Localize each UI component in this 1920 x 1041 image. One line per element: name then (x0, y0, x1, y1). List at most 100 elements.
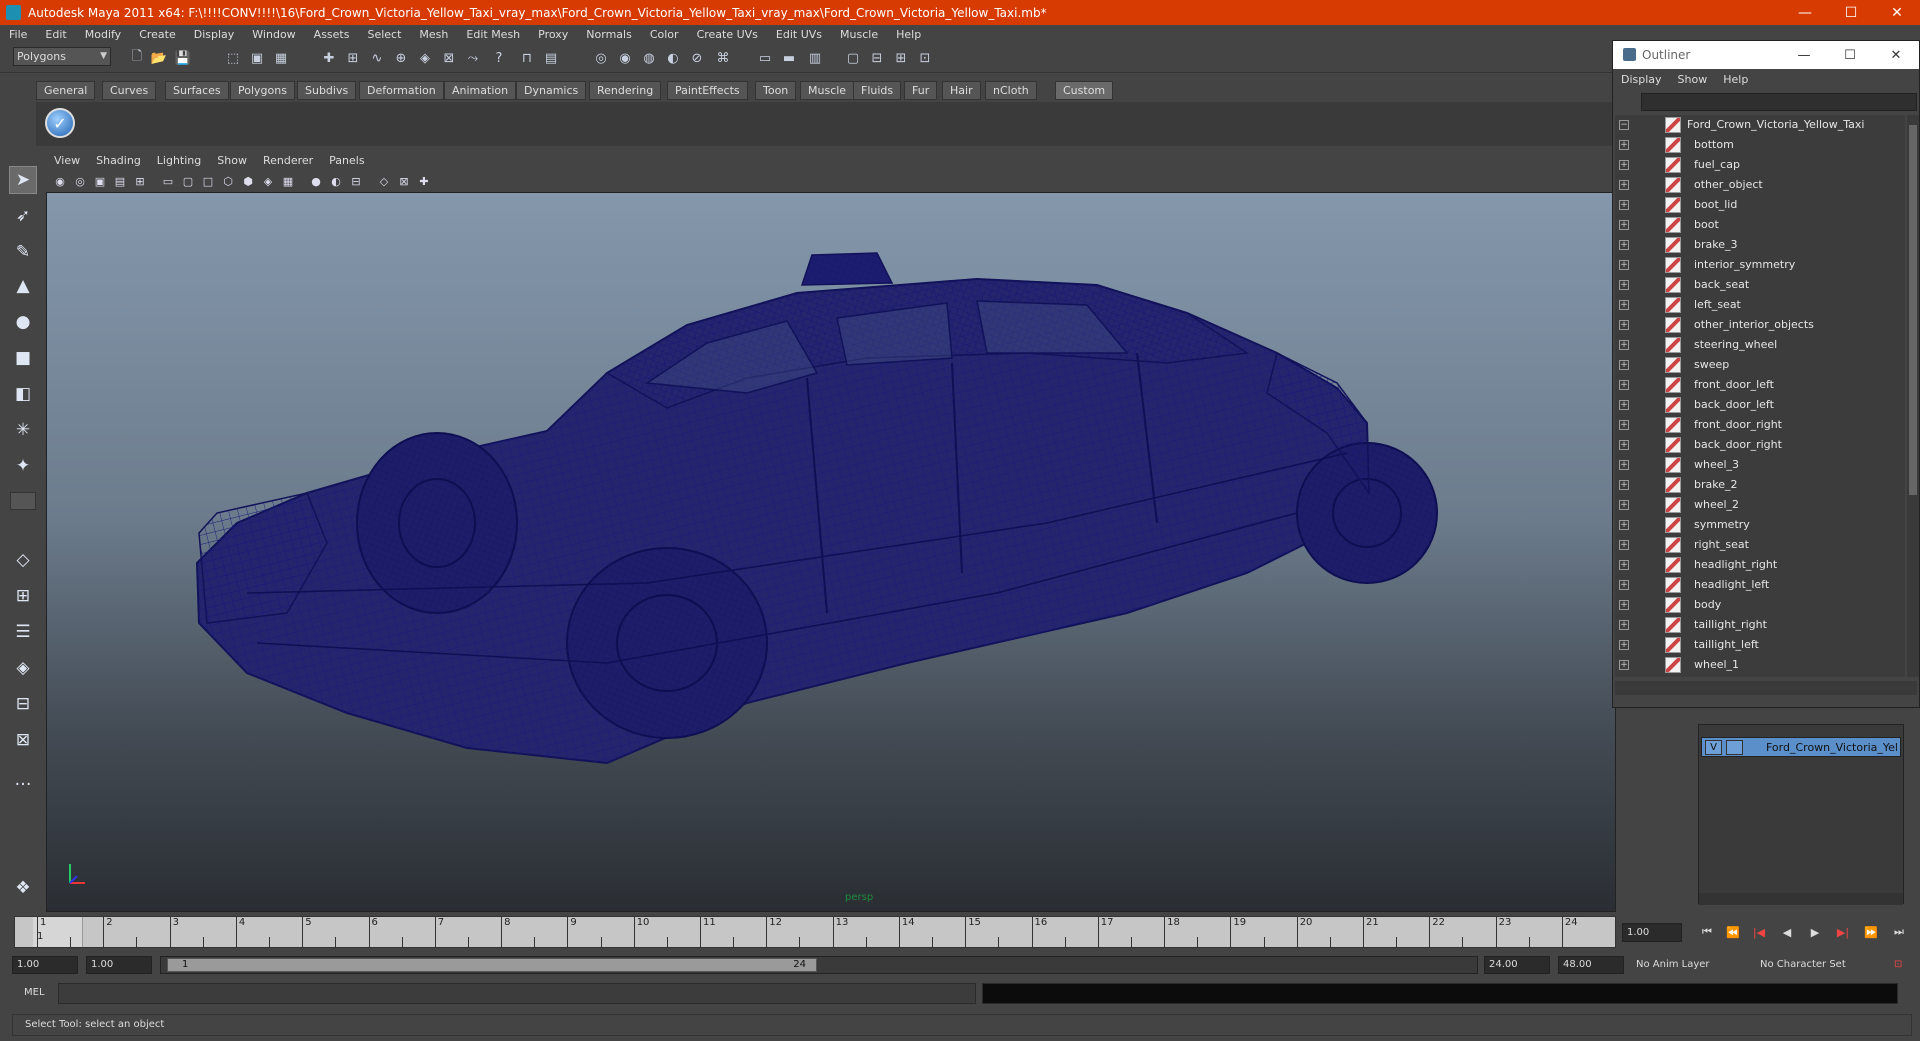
wire-on-shaded-icon[interactable]: ◈ (260, 173, 276, 189)
select-tool-icon[interactable]: ➤ (9, 166, 37, 194)
expand-icon[interactable]: + (1619, 640, 1629, 650)
anim-layer-dropdown[interactable]: No Anim Layer (1636, 956, 1710, 974)
outliner-item[interactable]: + wheel_3 (1615, 455, 1905, 475)
select-hierarchy-icon[interactable]: ⬚ (224, 49, 242, 67)
start-time-field[interactable]: 1.00 (12, 956, 78, 974)
range-slider-handle[interactable]: 1 24 (167, 958, 817, 972)
shelf-tab-subdivs[interactable]: Subdivs (297, 81, 357, 100)
shelf-tab-painteffects[interactable]: PaintEffects (667, 81, 748, 100)
expand-icon[interactable]: + (1619, 200, 1629, 210)
expand-icon[interactable]: + (1619, 360, 1629, 370)
shelf-tab-surfaces[interactable]: Surfaces (165, 81, 229, 100)
channel-box-icon[interactable]: ▥ (806, 49, 824, 67)
tool-settings-icon[interactable]: ▬ (780, 49, 798, 67)
expand-icon[interactable]: + (1619, 540, 1629, 550)
maximize-button[interactable]: ☐ (1828, 0, 1874, 25)
outliner-item[interactable]: + back_seat (1615, 275, 1905, 295)
outliner-item[interactable]: + wheel_1 (1615, 655, 1905, 675)
grid-icon[interactable]: ⊞ (132, 173, 148, 189)
viewport-menu-panels[interactable]: Panels (321, 154, 372, 167)
layer-playback-toggle[interactable] (1726, 740, 1743, 755)
range-slider-track[interactable]: 1 24 (160, 956, 1478, 974)
outliner-item[interactable]: + fuel_cap (1615, 155, 1905, 175)
menu-window[interactable]: Window (243, 28, 304, 41)
menu-proxy[interactable]: Proxy (529, 28, 577, 41)
shelf-tab-animation[interactable]: Animation (444, 81, 517, 100)
outliner-menu-show[interactable]: Show (1670, 73, 1716, 86)
expand-icon[interactable]: + (1619, 460, 1629, 470)
help-icon[interactable]: ? (490, 49, 508, 67)
shelf-tab-ncloth[interactable]: nCloth (985, 81, 1037, 100)
shelf-tab-deformation[interactable]: Deformation (359, 81, 444, 100)
outliner-list[interactable]: − Ford_Crown_Victoria_Yellow_Taxi + bottom +… (1615, 115, 1905, 677)
expand-icon[interactable]: + (1619, 260, 1629, 270)
menu-modify[interactable]: Modify (76, 28, 130, 41)
shelf-tab-fluids[interactable]: Fluids (853, 81, 902, 100)
expand-icon[interactable]: + (1619, 140, 1629, 150)
outliner-item[interactable]: + back_door_right (1615, 435, 1905, 455)
playback-end-field[interactable]: 24.00 (1484, 956, 1550, 974)
menu-create-uvs[interactable]: Create UVs (688, 28, 767, 41)
snap-curve-icon[interactable]: ∿ (368, 49, 386, 67)
shelf-tab-rendering[interactable]: Rendering (589, 81, 662, 100)
outliner-item[interactable]: + steering_wheel (1615, 335, 1905, 355)
outliner-minimize-button[interactable]: — (1781, 41, 1827, 69)
scale-tool-icon[interactable]: ■ (9, 344, 37, 372)
auto-key-icon[interactable]: ⊡ (1894, 956, 1902, 974)
layer-scrollbar[interactable] (1699, 893, 1903, 905)
playback-start-field[interactable]: 1.00 (86, 956, 152, 974)
viewport-menu-show[interactable]: Show (209, 154, 255, 167)
render-settings-icon[interactable]: ◍ (640, 49, 658, 67)
last-tool-icon[interactable]: ✦ (9, 452, 37, 480)
lights-icon[interactable]: ● (308, 173, 324, 189)
viewport-menu-lighting[interactable]: Lighting (149, 154, 209, 167)
image-plane-icon[interactable]: ▤ (112, 173, 128, 189)
expand-icon[interactable]: + (1619, 660, 1629, 670)
outliner-item[interactable]: + left_seat (1615, 295, 1905, 315)
shelf-tab-dynamics[interactable]: Dynamics (516, 81, 587, 100)
close-button[interactable]: ✕ (1874, 0, 1920, 25)
render-view-icon[interactable]: ⊘ (688, 49, 706, 67)
move-tool-icon[interactable]: ▲ (9, 272, 37, 300)
expand-icon[interactable]: + (1619, 340, 1629, 350)
resolution-icon[interactable]: ✚ (416, 173, 432, 189)
isolate-icon[interactable]: ⊟ (348, 173, 364, 189)
expand-icon[interactable]: + (1619, 500, 1629, 510)
end-time-field[interactable]: 48.00 (1558, 956, 1624, 974)
outliner-item[interactable]: + right_seat (1615, 535, 1905, 555)
expand-icon[interactable]: + (1619, 420, 1629, 430)
menu-help[interactable]: Help (887, 28, 930, 41)
menu-create[interactable]: Create (130, 28, 185, 41)
expand-icon[interactable]: + (1619, 220, 1629, 230)
layout-two-icon[interactable]: ⊟ (868, 49, 886, 67)
select-camera-icon[interactable]: ◎ (72, 173, 88, 189)
lasso-tool-icon[interactable]: ➶ (9, 202, 37, 230)
layout-four-icon[interactable]: ⊞ (892, 49, 910, 67)
outliner-scroll-thumb[interactable] (1909, 125, 1917, 495)
menu-edit-uvs[interactable]: Edit UVs (767, 28, 831, 41)
outliner-root-item[interactable]: − Ford_Crown_Victoria_Yellow_Taxi (1615, 115, 1905, 135)
minimize-button[interactable]: — (1782, 0, 1828, 25)
menu-muscle[interactable]: Muscle (831, 28, 887, 41)
four-view-layout-icon[interactable]: ⊞ (9, 582, 37, 610)
outliner-item[interactable]: + brake_2 (1615, 475, 1905, 495)
new-scene-icon[interactable]: 🗋 (128, 49, 146, 67)
lasso-select-icon[interactable]: ⌘ (714, 49, 732, 67)
smooth-shade-icon[interactable]: ⬢ (240, 173, 256, 189)
hypershade-icon[interactable]: ◐ (664, 49, 682, 67)
outliner-item[interactable]: + brake_3 (1615, 235, 1905, 255)
expand-icon[interactable]: + (1619, 160, 1629, 170)
ipr-render-icon[interactable]: ◉ (616, 49, 634, 67)
outliner-close-button[interactable]: ✕ (1873, 41, 1919, 69)
shelf-tab-polygons[interactable]: Polygons (230, 81, 295, 100)
menu-file[interactable]: File (0, 28, 36, 41)
outliner-item[interactable]: + headlight_left (1615, 575, 1905, 595)
play-backwards-icon[interactable]: ◀ (1776, 922, 1798, 942)
expand-icon[interactable]: + (1619, 620, 1629, 630)
snap-point-icon[interactable]: ⊕ (392, 49, 410, 67)
outliner-menu-help[interactable]: Help (1715, 73, 1756, 86)
outliner-item[interactable]: + other_object (1615, 175, 1905, 195)
paint-select-tool-icon[interactable]: ✎ (9, 238, 37, 266)
graph-persp-layout-icon[interactable]: ◈ (9, 654, 37, 682)
select-component-icon[interactable]: ▦ (272, 49, 290, 67)
